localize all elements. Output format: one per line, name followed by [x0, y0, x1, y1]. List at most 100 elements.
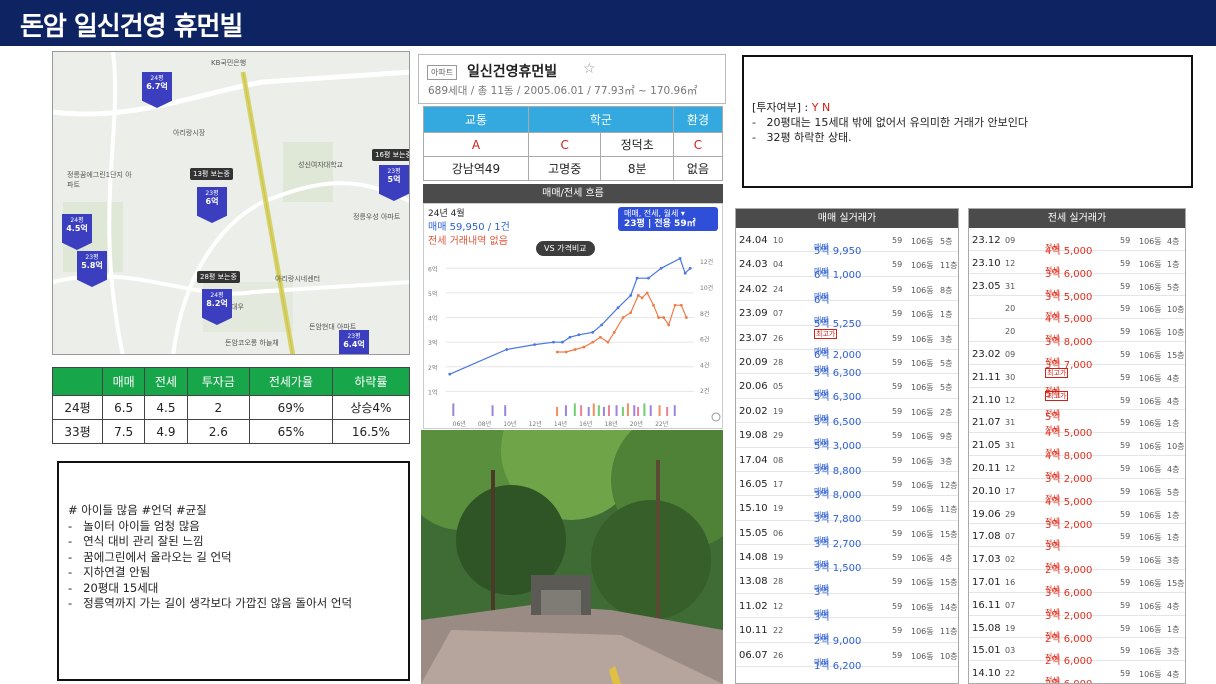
- table-row[interactable]: 11.02 12 매매 3억 59 106동 14층: [736, 594, 958, 623]
- table-row[interactable]: 20.06 05 매매 5억 6,300 59 106동 5층: [736, 374, 958, 403]
- tx-date: 24.02: [739, 283, 768, 295]
- table-row[interactable]: 17.03 02 전세 2억 9,000 59 106동 3층: [969, 547, 1185, 576]
- table-row[interactable]: 15.08 19 전세 2억 6,000 59 106동 1층: [969, 616, 1185, 645]
- table-row[interactable]: 21.07 31 전세 4억 5,000 59 106동 1층: [969, 410, 1185, 439]
- table-row[interactable]: 17.04 08 매매 3억 8,800 59 106동 3층: [736, 448, 958, 477]
- table-row[interactable]: 16.11 07 전세 3억 2,000 59 106동 4층: [969, 593, 1185, 622]
- table-row[interactable]: 06.07 26 매매 1억 6,200 59 106동 10층: [736, 643, 958, 672]
- map-viewing-tag[interactable]: 16평 보는중: [372, 149, 409, 161]
- tx-floor: 11층: [940, 261, 958, 271]
- region-grade-table: 교통 학군 환경 A C 정덕초 C 강남역49 고명중 8분 없음: [423, 106, 724, 181]
- map-price-pin[interactable]: 24평 6.7억: [142, 72, 172, 108]
- tx-floor: 1층: [1167, 419, 1180, 429]
- table-row[interactable]: 23.10 12 전세 3억 6,000 59 106동 1층: [969, 251, 1185, 280]
- tx-building: 106동: [1139, 259, 1162, 269]
- x-tick-label: 22년: [655, 420, 668, 428]
- tx-date: 20.02: [739, 405, 768, 417]
- map-label-cinema: 아리랑시네센터: [275, 275, 321, 283]
- tx-building: 106동: [911, 383, 934, 393]
- data-point: [645, 291, 649, 295]
- table-row[interactable]: 20.09 28 매매 5억 6,300 59 106동 5층: [736, 350, 958, 379]
- table-row[interactable]: 19.08 29 매매 5억 3,000 59 106동 9층: [736, 423, 958, 452]
- table-row[interactable]: 14.08 19 매매 3억 1,500 59 106동 4층: [736, 545, 958, 574]
- series-line: [449, 257, 691, 375]
- apartment-name: 일신건영휴먼빌: [467, 64, 558, 80]
- table-row[interactable]: 23.07 26 최고가 매매 6억 2,000 59 106동 3층: [736, 326, 958, 361]
- tx-floor: 12층: [940, 480, 958, 490]
- table-row[interactable]: 24.04 10 매매 5억 9,950 59 106동 5층: [736, 228, 958, 257]
- data-point: [552, 340, 555, 344]
- data-point: [598, 335, 602, 339]
- tx-area: 59: [1120, 281, 1131, 291]
- tx-date: 06.07: [739, 649, 768, 661]
- price-trend-chart: 1억 2억 3억 4억 5억 6억 2건 4건 6건 8건 10건 12건 06년 08년 10년 12년 14…: [423, 203, 723, 429]
- map-price-pin[interactable]: 23평 5억: [379, 165, 409, 201]
- tx-date: 10.11: [739, 625, 768, 637]
- region-detail: 없음: [672, 156, 724, 181]
- table-row[interactable]: 13.08 28 매매 3억 59 106동 15층: [736, 569, 958, 598]
- volume-bar: [580, 405, 583, 416]
- tx-floor: 5층: [1167, 487, 1180, 497]
- data-point: [659, 266, 663, 270]
- tx-building: 106동: [1139, 419, 1162, 429]
- tx-day: 30: [1005, 372, 1016, 382]
- note-item: - 정릉역까지 가는 길이 생각보다 가깝진 않음 돌아서 언덕: [68, 596, 353, 610]
- tx-floor: 15층: [940, 578, 958, 588]
- table-row[interactable]: 17.08 07 전세 3억 59 106동 1층: [969, 524, 1185, 553]
- location-map[interactable]: KB국민은행 정릉꿈에그린1단지 아파트 아리랑시장 대우 성신여자대학교 정릉…: [52, 51, 410, 355]
- map-price-pin[interactable]: 24평 4.5억: [62, 214, 92, 250]
- table-row[interactable]: 21.05 31 전세 4억 8,000 59 106동 10층: [969, 433, 1185, 462]
- stats-cell: 6.5: [102, 395, 146, 420]
- table-row[interactable]: 15.10 19 매매 3억 7,800 59 106동 11층: [736, 496, 958, 525]
- table-row[interactable]: 10.11 22 매매 2억 9,000 59 106동 11층: [736, 618, 958, 647]
- table-row[interactable]: 14.1022전세 2억 6,00059106동4층: [969, 661, 1185, 683]
- y2-tick-label: 2건: [700, 387, 709, 395]
- table-row[interactable]: 15.05 06 매매 3억 2,700 59 106동 15층: [736, 521, 958, 550]
- volume-bar: [602, 407, 605, 416]
- table-row[interactable]: 20.10 17 전세 4억 5,000 59 106동 5층: [969, 479, 1185, 508]
- table-row[interactable]: 19.06 29 전세 3억 2,000 59 106동 1층: [969, 502, 1185, 531]
- tx-area: 59: [1120, 304, 1131, 314]
- tx-building: 106동: [1139, 487, 1162, 497]
- map-viewing-tag[interactable]: 13평 보는중: [190, 168, 233, 180]
- chart-filter-dropdown[interactable]: 매매, 전세, 월세 ▾ 23평 | 전용 59㎡: [618, 207, 718, 231]
- map-price-pin[interactable]: 24평 8.2억: [202, 289, 232, 325]
- tx-area: 59: [892, 382, 903, 392]
- tx-date: 20.09: [739, 356, 768, 368]
- map-label-daewoo: 대우: [231, 303, 244, 311]
- compare-price-button[interactable]: VS 가격비교: [536, 241, 595, 256]
- table-row[interactable]: 20.02 19 매매 5억 6,500 59 106동 2층: [736, 399, 958, 428]
- table-row[interactable]: 23.12 09 전세 4억 5,000 59 106동 4층: [969, 228, 1185, 257]
- site-photo: [421, 430, 723, 684]
- data-point: [577, 333, 581, 337]
- stats-cell: 24평: [51, 395, 104, 420]
- table-row[interactable]: 15.01 03 전세 2억 6,000 59 106동 3층: [969, 638, 1185, 667]
- data-point: [640, 296, 644, 300]
- table-row[interactable]: 20 전세 3억 8,000 59 106동 10층: [969, 319, 1185, 348]
- table-row[interactable]: 21.10 12 최고가 전세 5억 59 106동 4층: [969, 388, 1185, 423]
- table-row[interactable]: 23.02 09 전세 3억 7,000 59 106동 15층: [969, 342, 1185, 371]
- map-price-pin[interactable]: 23평 6억: [197, 187, 227, 223]
- tx-building: 106동: [1139, 670, 1162, 680]
- tx-date: 24.03: [739, 259, 768, 271]
- map-price-pin[interactable]: 23평 5.8억: [77, 251, 107, 287]
- table-row[interactable]: 23.05 31 전세 3억 5,000 59 106동 5층: [969, 274, 1185, 303]
- region-detail: 고명중: [527, 156, 602, 181]
- table-row[interactable]: 16.05 17 매매 3억 8,000 59 106동 12층: [736, 472, 958, 501]
- table-row[interactable]: 24.03 04 매매 6억 1,000 59 106동 11층: [736, 252, 958, 281]
- favorite-star-icon[interactable]: ☆: [583, 61, 596, 77]
- map-price-pin[interactable]: 23평 6.4억: [339, 330, 369, 354]
- stats-cell: 65%: [249, 419, 333, 444]
- tx-building: 106동: [1139, 373, 1162, 383]
- title-bar: 돈암 일신건영 휴먼빌: [0, 0, 1216, 46]
- table-row[interactable]: 20.11 12 전세 3억 2,000 59 106동 4층: [969, 456, 1185, 485]
- table-row[interactable]: 24.02 24 매매 6억 59 106동 8층: [736, 277, 958, 306]
- stats-cell: 2.6: [186, 419, 251, 444]
- table-row[interactable]: 21.11 30 최고가 전세 5억 59 106동 4층: [969, 365, 1185, 400]
- table-row[interactable]: 17.01 16 전세 3억 6,000 59 106동 15층: [969, 570, 1185, 599]
- tx-date: 17.04: [739, 454, 768, 466]
- table-row[interactable]: 20 전세 4억 5,000 59 106동 10층: [969, 296, 1185, 325]
- table-row[interactable]: 23.09 07 매매 5억 5,250 59 106동 1층: [736, 301, 958, 330]
- map-viewing-tag[interactable]: 28평 보는중: [197, 271, 240, 283]
- tx-floor: 8층: [940, 285, 953, 295]
